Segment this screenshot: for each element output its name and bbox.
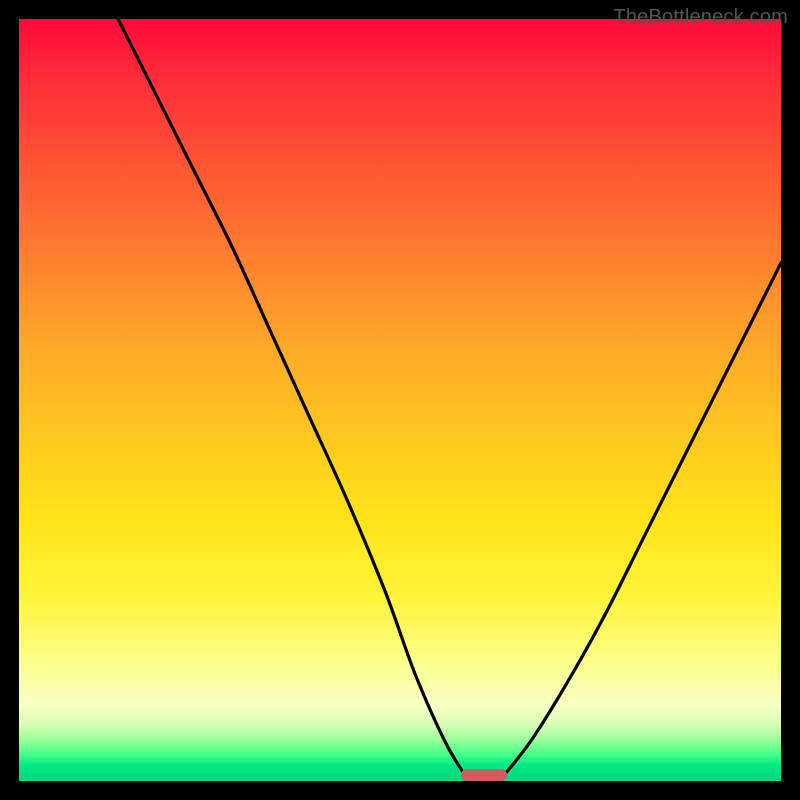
bottleneck-curve — [19, 19, 781, 781]
chart-frame: TheBottleneck.com — [0, 0, 800, 800]
curve-right-branch — [499, 263, 781, 781]
curve-left-branch — [118, 19, 469, 781]
plot-area — [19, 19, 781, 781]
optimal-marker — [461, 769, 507, 781]
watermark-text: TheBottleneck.com — [613, 6, 788, 29]
